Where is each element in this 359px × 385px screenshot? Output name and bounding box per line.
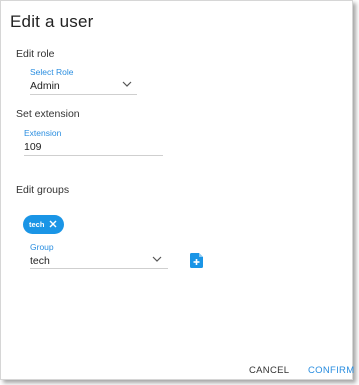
set-extension-heading: Set extension [16,108,80,120]
chevron-down-icon[interactable] [152,256,162,263]
group-chip-label: tech [29,220,45,229]
edit-user-dialog: Edit a user Edit role Select Role Admin … [0,0,354,380]
group-select-label: Group [30,242,54,252]
edit-role-heading: Edit role [16,48,55,60]
role-select-value[interactable]: Admin [30,80,60,92]
group-select-underline [30,268,168,269]
confirm-button[interactable]: CONFIRM [308,365,354,376]
role-select-label: Select Role [30,67,74,77]
group-select-value[interactable]: tech [30,255,50,267]
add-file-icon[interactable] [190,253,203,268]
extension-input[interactable]: 109 [24,141,42,153]
close-icon[interactable] [49,220,57,228]
extension-field-label: Extension [24,128,62,138]
chevron-down-icon[interactable] [122,81,132,88]
group-chip-tech: tech [23,215,64,234]
role-select-underline [30,94,137,95]
extension-underline [24,155,163,156]
cancel-button[interactable]: CANCEL [249,365,289,376]
edit-groups-heading: Edit groups [16,184,70,196]
dialog-title: Edit a user [10,12,94,31]
